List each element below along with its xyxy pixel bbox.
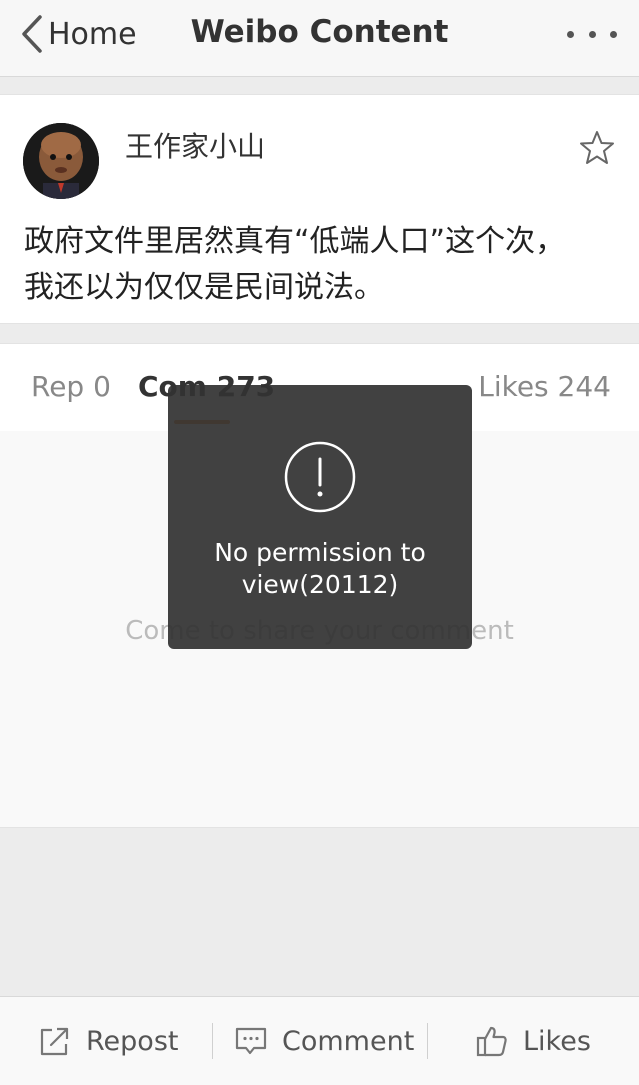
post-text-line: 政府文件里居然真有“低端人口”这个次， (24, 224, 566, 259)
repost-label: Repost (86, 1025, 179, 1057)
back-label: Home (48, 16, 137, 52)
toast-line: No permission to (214, 538, 426, 567)
avatar[interactable] (23, 123, 99, 199)
divider (427, 1023, 428, 1059)
avatar-image (23, 123, 99, 199)
comment-icon (235, 1027, 267, 1055)
star-icon[interactable] (578, 129, 616, 167)
post-card: 王作家小山 政府文件里居然真有“低端人口”这个次， 我还以为仅仅是民间说法。 (0, 94, 639, 324)
more-dots-icon (567, 30, 574, 38)
thumbs-up-icon (476, 1026, 507, 1057)
error-toast: No permission to view(20112) (168, 385, 472, 649)
post-text-line: 我还以为仅仅是民间说法。 (24, 270, 384, 305)
toast-line: view(20112) (241, 570, 399, 599)
back-button[interactable]: Home (20, 14, 137, 54)
navigation-bar: Home Weibo Content (0, 0, 639, 77)
exclamation-circle-icon (284, 441, 356, 513)
toast-message: No permission to view(20112) (168, 537, 472, 601)
post-text: 政府文件里居然真有“低端人口”这个次， 我还以为仅仅是民间说法。 (24, 219, 624, 311)
comment-label: Comment (282, 1025, 415, 1057)
more-options-button[interactable] (567, 28, 617, 40)
bottom-action-bar: Repost Comment Likes (0, 996, 639, 1085)
share-icon (40, 1027, 69, 1056)
like-button[interactable]: Likes (475, 997, 591, 1085)
tab-likes[interactable]: Likes 244 (478, 370, 611, 403)
comment-button[interactable]: Comment (234, 997, 414, 1085)
likes-label: Likes (523, 1025, 591, 1057)
author-name[interactable]: 王作家小山 (125, 125, 265, 165)
chevron-left-icon (22, 15, 42, 53)
divider (212, 1023, 213, 1059)
page-title: Weibo Content (190, 14, 449, 50)
tab-reposts[interactable]: Rep 0 (31, 370, 111, 403)
repost-button[interactable]: Repost (38, 997, 178, 1085)
